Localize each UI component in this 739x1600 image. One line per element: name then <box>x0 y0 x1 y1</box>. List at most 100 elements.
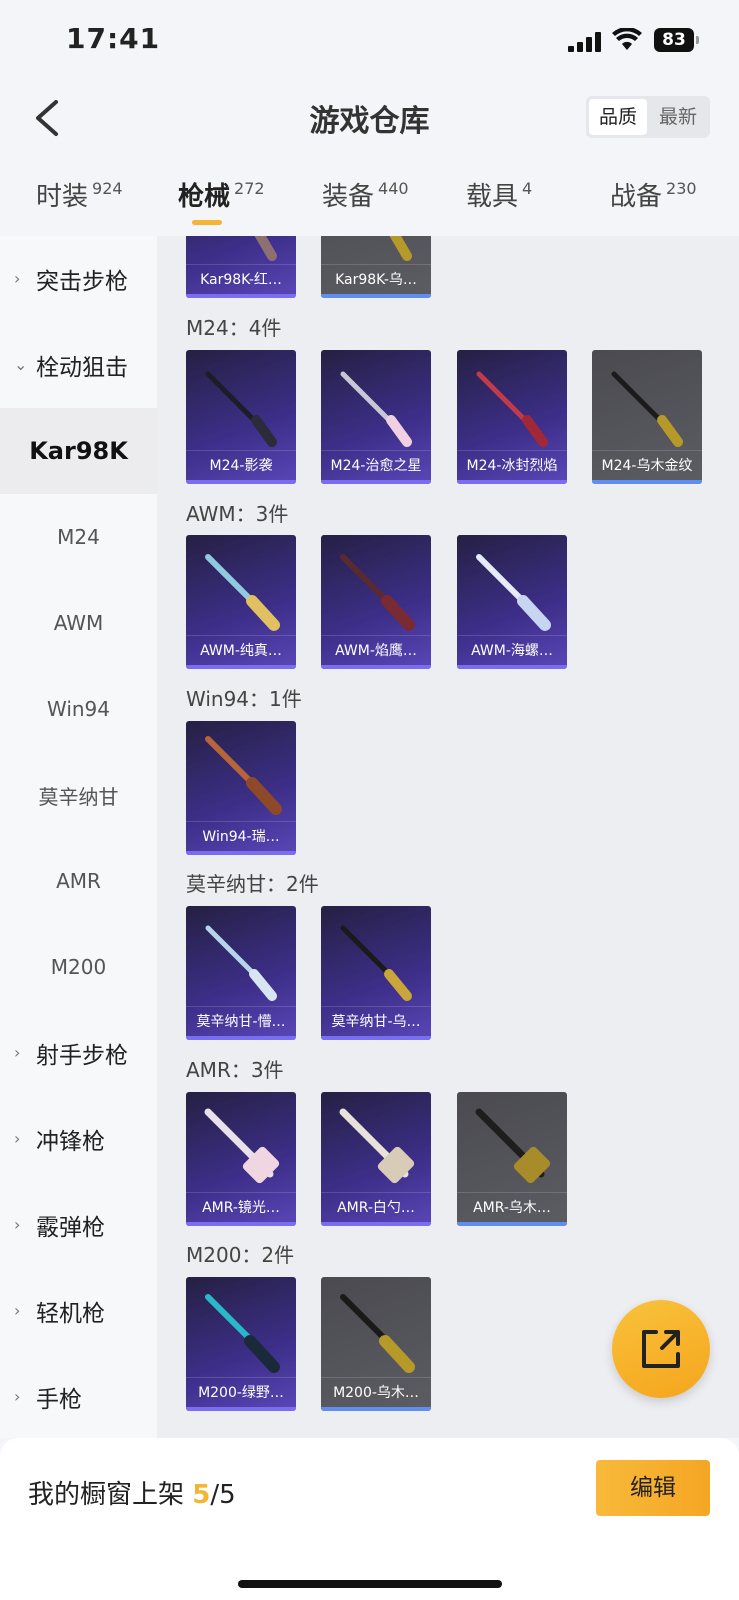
item-card[interactable]: M24-乌木金纹 <box>592 350 702 484</box>
sidebar-item-label: 手枪 <box>36 1387 82 1413</box>
item-name: M24-冰封烈焰 <box>457 450 567 480</box>
sidebar-item-marksman-rifle[interactable]: › 射手步枪 <box>0 1010 157 1096</box>
item-name: AMR-乌木… <box>457 1192 567 1222</box>
sidebar-item-assault-rifle[interactable]: › 突击步枪 <box>0 236 157 322</box>
item-card[interactable]: Kar98K-红… <box>186 236 296 298</box>
sidebar-item-label: M24 <box>57 525 100 549</box>
sort-newest-button[interactable]: 最新 <box>649 99 707 135</box>
sidebar: › 突击步枪 ⌄ 栓动狙击 Kar98K M24 AWM Win94 莫辛纳甘 AM… <box>0 236 157 1438</box>
sidebar-item-m200[interactable]: M200 <box>0 924 157 1010</box>
rarity-bar <box>321 1407 431 1411</box>
item-card[interactable]: AWM-焰鹰… <box>321 535 431 669</box>
active-tab-indicator <box>192 220 222 225</box>
tab-count: 4 <box>522 179 533 198</box>
item-card[interactable]: AWM-纯真… <box>186 535 296 669</box>
item-card[interactable]: M200-绿野… <box>186 1277 296 1411</box>
section-title: AMR：3件 <box>186 1058 284 1082</box>
sidebar-item-shotgun[interactable]: › 霰弹枪 <box>0 1182 157 1268</box>
sidebar-item-bolt-sniper[interactable]: ⌄ 栓动狙击 <box>0 322 157 408</box>
sidebar-item-win94[interactable]: Win94 <box>0 666 157 752</box>
item-name: M24-乌木金纹 <box>592 450 702 480</box>
item-card[interactable]: AMR-乌木… <box>457 1092 567 1226</box>
section-title: Win94：1件 <box>186 687 302 711</box>
rarity-bar <box>186 294 296 298</box>
home-indicator[interactable] <box>238 1580 502 1588</box>
item-name: AWM-纯真… <box>186 635 296 665</box>
sidebar-item-label: 栓动狙击 <box>36 355 128 381</box>
sidebar-item-kar98k[interactable]: Kar98K <box>0 408 157 494</box>
item-name: M200-乌木… <box>321 1377 431 1407</box>
sidebar-item-pistol[interactable]: › 手枪 <box>0 1354 157 1440</box>
tab-vehicles[interactable]: 载具 4 <box>466 176 532 213</box>
item-card[interactable]: Win94-瑞… <box>186 721 296 855</box>
item-card[interactable]: M24-影袭 <box>186 350 296 484</box>
status-bar: 17:41 83 <box>0 0 739 80</box>
rarity-bar <box>186 1036 296 1040</box>
tab-fashion[interactable]: 时装 924 <box>36 176 123 213</box>
sidebar-item-mosin[interactable]: 莫辛纳甘 <box>0 752 157 838</box>
section-title: AWM：3件 <box>186 502 289 526</box>
rarity-bar <box>321 1222 431 1226</box>
edit-button[interactable]: 编辑 <box>596 1460 710 1516</box>
sidebar-item-smg[interactable]: › 冲锋枪 <box>0 1096 157 1182</box>
battery-icon: 83 <box>654 28 699 52</box>
item-name: M200-绿野… <box>186 1377 296 1407</box>
sidebar-item-lmg[interactable]: › 轻机枪 <box>0 1268 157 1354</box>
tab-supplies[interactable]: 战备 230 <box>610 176 697 213</box>
showcase-status: 我的橱窗上架 5/5 <box>28 1474 236 1511</box>
item-name: M24-治愈之星 <box>321 450 431 480</box>
tab-label: 战备 <box>610 182 663 212</box>
sidebar-item-label: AMR <box>56 869 101 893</box>
rarity-bar <box>186 1407 296 1411</box>
item-card[interactable]: 莫辛纳甘-乌… <box>321 906 431 1040</box>
tab-equipment[interactable]: 装备 440 <box>322 176 409 213</box>
rarity-bar <box>321 480 431 484</box>
chevron-right-icon: › <box>14 269 21 288</box>
tab-count: 440 <box>378 179 409 198</box>
rifle-icon <box>340 554 415 631</box>
sidebar-item-label: Kar98K <box>29 437 128 465</box>
chevron-right-icon: › <box>14 1129 21 1148</box>
tab-guns[interactable]: 枪械 272 <box>178 176 265 213</box>
chevron-right-icon: › <box>14 1387 21 1406</box>
sidebar-item-label: Win94 <box>46 697 111 721</box>
sort-quality-button[interactable]: 品质 <box>589 99 647 135</box>
item-card[interactable]: M24-治愈之星 <box>321 350 431 484</box>
item-card[interactable]: AMR-白勺… <box>321 1092 431 1226</box>
rarity-bar <box>321 294 431 298</box>
sidebar-item-label: 莫辛纳甘 <box>38 784 119 809</box>
wifi-icon <box>612 28 642 50</box>
rarity-bar <box>457 1222 567 1226</box>
showcase-label: 我的橱窗上架 <box>28 1480 185 1510</box>
tab-label: 枪械 <box>178 182 231 212</box>
chevron-right-icon: › <box>14 1215 21 1234</box>
rarity-bar <box>186 665 296 669</box>
rarity-bar <box>321 1036 431 1040</box>
showcase-footer: 我的橱窗上架 5/5 编辑 <box>0 1438 739 1600</box>
rarity-bar <box>457 665 567 669</box>
item-card[interactable]: AMR-镜光… <box>186 1092 296 1226</box>
rifle-icon <box>476 371 548 447</box>
sidebar-item-m24[interactable]: M24 <box>0 494 157 580</box>
section-title: M24：4件 <box>186 316 282 340</box>
sidebar-item-label: 冲锋枪 <box>36 1129 105 1155</box>
tab-label: 装备 <box>322 182 375 212</box>
item-card[interactable]: Kar98K-乌… <box>321 236 431 298</box>
sidebar-item-awm[interactable]: AWM <box>0 580 157 666</box>
sidebar-item-label: 射手步枪 <box>36 1043 128 1069</box>
sidebar-item-label: 轻机枪 <box>36 1301 105 1327</box>
item-card[interactable]: AWM-海螺… <box>457 535 567 669</box>
item-card[interactable]: 莫辛纳甘-懵… <box>186 906 296 1040</box>
rarity-bar <box>457 480 567 484</box>
item-card[interactable]: M24-冰封烈焰 <box>457 350 567 484</box>
rifle-icon <box>611 371 683 447</box>
share-button[interactable] <box>612 1300 710 1398</box>
rifle-icon <box>205 925 277 1001</box>
rifle-icon <box>340 1294 415 1373</box>
sidebar-item-amr[interactable]: AMR <box>0 838 157 924</box>
rarity-bar <box>186 1222 296 1226</box>
item-name: AMR-镜光… <box>186 1192 296 1222</box>
item-card[interactable]: M200-乌木… <box>321 1277 431 1411</box>
rifle-icon <box>204 1108 280 1184</box>
item-name: 莫辛纳甘-懵… <box>186 1006 296 1036</box>
